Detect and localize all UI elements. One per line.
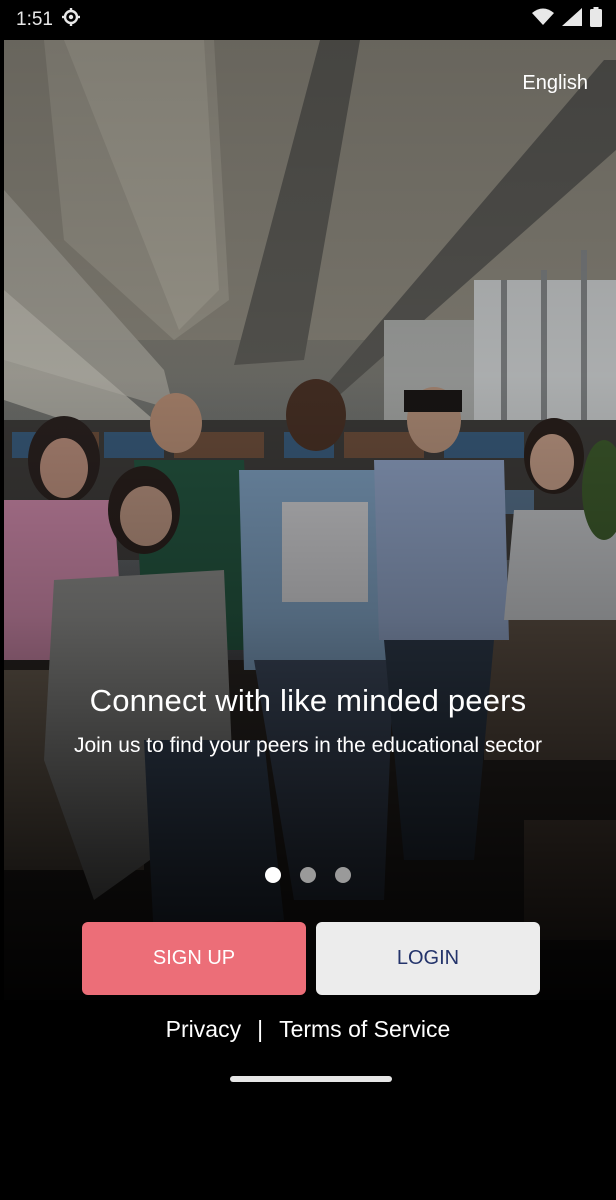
privacy-link[interactable]: Privacy (166, 1016, 241, 1043)
hero-background-image (4, 40, 616, 1000)
pager-dot-2[interactable] (300, 867, 316, 883)
terms-of-service-link[interactable]: Terms of Service (279, 1016, 450, 1043)
onboarding-title: Connect with like minded peers (89, 683, 527, 718)
sign-up-button[interactable]: SIGN UP (82, 922, 306, 995)
wifi-icon (532, 8, 554, 32)
link-separator: | (257, 1016, 264, 1042)
battery-icon (590, 7, 602, 33)
status-bar: 1:51 (0, 0, 616, 40)
login-button[interactable]: LOGIN (316, 922, 540, 995)
pager-indicator (0, 867, 616, 883)
cell-signal-icon (562, 8, 582, 32)
settings-gear-icon (61, 7, 81, 33)
footer-links: Privacy | Terms of Service (0, 1016, 616, 1043)
pager-dot-3[interactable] (335, 867, 351, 883)
status-time: 1:51 (16, 9, 53, 30)
hero-overlay (4, 40, 616, 1000)
home-indicator[interactable] (230, 1076, 392, 1082)
language-selector[interactable]: English (522, 72, 588, 95)
onboarding-subtitle: Join us to find your peers in the educat… (73, 734, 543, 757)
pager-dot-1[interactable] (265, 867, 281, 883)
